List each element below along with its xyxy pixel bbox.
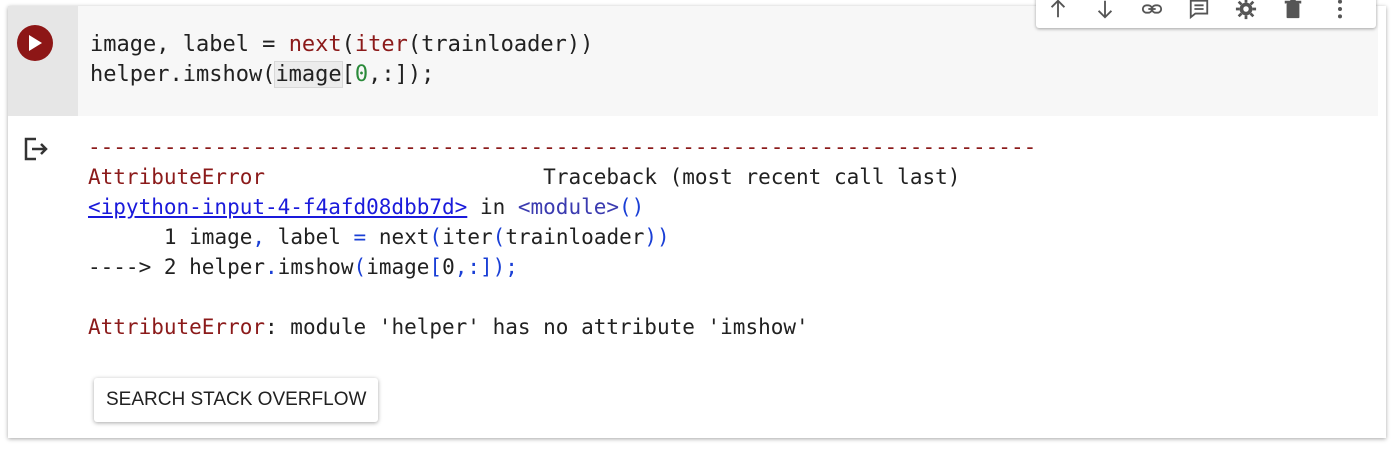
traceback-line-2: ----> 2 helper.imshow(image[0,:]); <box>88 255 518 279</box>
link-icon <box>1141 4 1162 14</box>
run-cell-button[interactable] <box>17 25 53 61</box>
arrow-up-icon <box>1050 0 1065 18</box>
traceback-header: AttributeError Traceback (most recent ca… <box>88 165 961 189</box>
output-redirect-icon[interactable] <box>22 135 50 163</box>
cell-output: ----------------------------------------… <box>88 132 1036 342</box>
move-up-button[interactable] <box>1046 0 1069 21</box>
gear-icon <box>1236 0 1257 20</box>
link-button[interactable] <box>1140 0 1163 21</box>
cell-toolbar <box>1036 0 1376 28</box>
code-line-2: helper.imshow(image[0,:]); <box>90 61 435 88</box>
more-button[interactable] <box>1329 0 1352 21</box>
comment-button[interactable] <box>1187 0 1210 21</box>
comment-icon <box>1189 0 1209 20</box>
play-icon <box>29 35 42 51</box>
traceback-line-1: 1 image, label = next(iter(trainloader)) <box>88 225 670 249</box>
search-stack-overflow-button[interactable]: SEARCH STACK OVERFLOW <box>94 378 379 422</box>
more-vert-icon <box>1338 0 1343 19</box>
traceback-location: <ipython-input-4-f4afd08dbb7d> in <modul… <box>88 195 645 219</box>
trash-icon <box>1285 0 1302 19</box>
move-down-button[interactable] <box>1093 0 1116 21</box>
settings-button[interactable] <box>1235 0 1258 21</box>
error-message: AttributeError: module 'helper' has no a… <box>88 315 809 339</box>
ipython-input-link[interactable]: <ipython-input-4-f4afd08dbb7d> <box>88 195 467 219</box>
traceback-divider: ----------------------------------------… <box>88 135 1037 159</box>
delete-button[interactable] <box>1282 0 1305 21</box>
arrow-down-icon <box>1097 0 1112 19</box>
code-line-1: image, label = next(iter(trainloader)) <box>90 32 594 57</box>
cell-gutter <box>8 6 78 116</box>
